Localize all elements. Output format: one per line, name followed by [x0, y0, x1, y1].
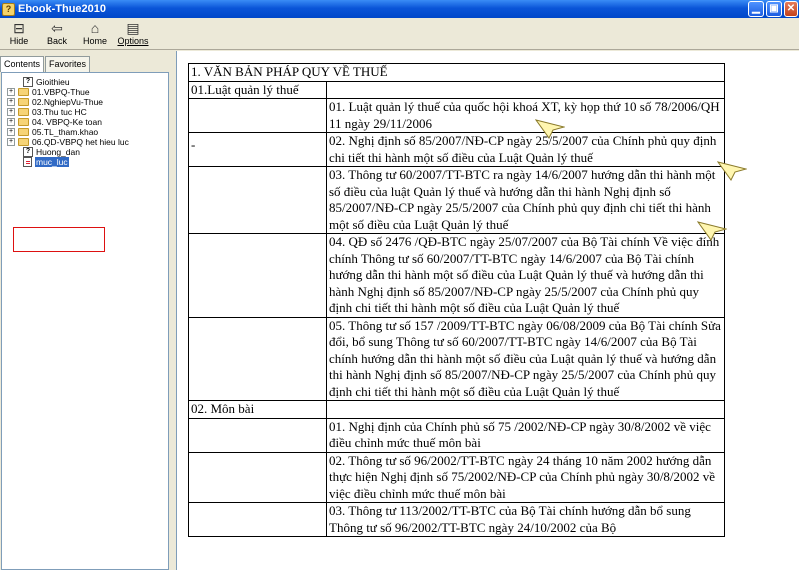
folder-icon: [18, 128, 29, 136]
hide-label: Hide: [9, 36, 29, 46]
pointer-arrow-icon: [717, 161, 747, 181]
tree-item-nghiepvu-thue[interactable]: + 02.NghiepVu-Thue: [2, 97, 168, 107]
back-button[interactable]: ⇦ Back: [38, 18, 76, 50]
tree-item-vbpq-thue[interactable]: + 01.VBPQ-Thue: [2, 87, 168, 97]
options-button[interactable]: ▤ Options: [114, 18, 152, 50]
home-label: Home: [82, 36, 107, 46]
doc-link[interactable]: 04. QĐ số 2476 /QĐ-BTC ngày 25/07/2007 c…: [326, 233, 725, 318]
empty-cell: [188, 316, 327, 401]
empty-cell: [188, 451, 327, 503]
doc-link[interactable]: 01. Nghị định của Chính phủ số 75 /2002/…: [326, 417, 725, 453]
empty-cell: [188, 166, 327, 234]
tree-item-muc-luc[interactable]: muc_luc: [2, 157, 168, 167]
empty-cell: [326, 400, 725, 419]
empty-cell: [188, 417, 327, 453]
app-icon: ?: [2, 2, 15, 16]
page-icon: [23, 157, 32, 167]
table-row: - 02. Nghị định số 85/2007/NĐ-CP ngày 25…: [188, 132, 725, 167]
empty-cell: [188, 502, 327, 537]
table-row: 01.Luật quản lý thuế: [188, 80, 725, 99]
table-row: 03. Thông tư 113/2002/TT-BTC của Bộ Tài …: [188, 502, 725, 537]
doc-link[interactable]: 05. Thông tư số 157 /2009/TT-BTC ngày 06…: [326, 316, 725, 401]
help-topic-icon: ?: [23, 147, 33, 157]
back-label: Back: [46, 36, 67, 46]
home-button[interactable]: ⌂ Home: [76, 18, 114, 50]
table-row: 03. Thông tư 60/2007/TT-BTC ra ngày 14/6…: [188, 166, 725, 234]
doc-link[interactable]: 01. Luật quản lý thuế của quốc hội khoá …: [326, 98, 725, 133]
table-header: 1. VĂN BẢN PHÁP QUY VỀ THUẾ: [188, 63, 725, 82]
home-icon: ⌂: [90, 20, 100, 36]
empty-cell: [188, 98, 327, 133]
dash-cell: -: [188, 132, 327, 167]
empty-cell: [326, 80, 725, 99]
options-label: Options: [117, 36, 149, 46]
folder-icon: [18, 98, 29, 106]
expand-icon[interactable]: +: [7, 128, 15, 136]
law-table: 1. VĂN BẢN PHÁP QUY VỀ THUẾ 01.Luật quản…: [188, 63, 725, 537]
pointer-arrow-icon: [697, 221, 727, 241]
options-icon: ▤: [126, 20, 140, 36]
window-title: Ebook-Thue2010: [18, 3, 107, 15]
tab-contents[interactable]: Contents: [0, 56, 45, 72]
table-row: 02. Môn bài: [188, 400, 725, 419]
doc-link[interactable]: 02. Thông tư số 96/2002/TT-BTC ngày 24 t…: [326, 451, 725, 503]
tree-item-gioithieu[interactable]: ? Gioithieu: [2, 77, 168, 87]
expand-icon[interactable]: +: [7, 118, 15, 126]
hide-button[interactable]: ⊟ Hide: [0, 18, 38, 50]
maximize-button[interactable]: ▣: [766, 1, 782, 17]
contents-tree: ? Gioithieu + 01.VBPQ-Thue + 02.NghiepVu…: [1, 72, 169, 570]
tree-item-tl-tham-khao[interactable]: + 05.TL_tham.khao: [2, 127, 168, 137]
minimize-button[interactable]: ▁: [748, 1, 764, 17]
expand-icon[interactable]: +: [7, 88, 15, 96]
title-bar: ? Ebook-Thue2010 ▁ ▣ ✕: [0, 0, 799, 18]
section-title: 02. Môn bài: [188, 400, 327, 419]
tree-item-huong-dan[interactable]: ? Huong_dan: [2, 147, 168, 157]
folder-icon: [18, 108, 29, 116]
back-arrow-icon: ⇦: [51, 20, 63, 36]
folder-icon: [18, 88, 29, 96]
section-title: 01.Luật quản lý thuế: [188, 80, 327, 99]
document-content: 1. VĂN BẢN PHÁP QUY VỀ THUẾ 01.Luật quản…: [176, 51, 799, 570]
hide-icon: ⊟: [13, 20, 25, 36]
expand-icon[interactable]: +: [7, 98, 15, 106]
doc-link[interactable]: 02. Nghị định số 85/2007/NĐ-CP ngày 25/5…: [326, 132, 725, 167]
close-button[interactable]: ✕: [784, 1, 798, 17]
window-controls: ▁ ▣ ✕: [748, 1, 798, 17]
expand-icon[interactable]: +: [7, 108, 15, 116]
folder-icon: [18, 118, 29, 126]
empty-cell: [188, 233, 327, 318]
navigation-pane: Contents Favorites ? Gioithieu + 01.VBPQ…: [0, 51, 170, 570]
tree-item-qd-vbpq-het-hieu-luc[interactable]: + 06.QD-VBPQ het hieu luc: [2, 137, 168, 147]
doc-link[interactable]: 03. Thông tư 113/2002/TT-BTC của Bộ Tài …: [326, 502, 725, 537]
help-topic-icon: ?: [23, 77, 33, 87]
doc-link[interactable]: 03. Thông tư 60/2007/TT-BTC ra ngày 14/6…: [326, 166, 725, 234]
tab-favorites[interactable]: Favorites: [45, 56, 91, 72]
table-row: 04. QĐ số 2476 /QĐ-BTC ngày 25/07/2007 c…: [188, 233, 725, 318]
toolbar: ⊟ Hide ⇦ Back ⌂ Home ▤ Options: [0, 18, 799, 50]
table-row: 01. Nghị định của Chính phủ số 75 /2002/…: [188, 417, 725, 453]
highlight-box: [13, 227, 105, 252]
pointer-arrow-icon: [535, 119, 565, 139]
table-row: 05. Thông tư số 157 /2009/TT-BTC ngày 06…: [188, 316, 725, 401]
folder-icon: [18, 138, 29, 146]
table-row: 01. Luật quản lý thuế của quốc hội khoá …: [188, 98, 725, 133]
tree-item-vbpq-ke-toan[interactable]: + 04. VBPQ-Ke toan: [2, 117, 168, 127]
table-row: 02. Thông tư số 96/2002/TT-BTC ngày 24 t…: [188, 451, 725, 503]
nav-tabs: Contents Favorites: [0, 56, 91, 72]
expand-icon[interactable]: +: [7, 138, 15, 146]
table-row: 1. VĂN BẢN PHÁP QUY VỀ THUẾ: [188, 63, 725, 82]
tree-item-thu-tuc-hc[interactable]: + 03.Thu tuc HC: [2, 107, 168, 117]
